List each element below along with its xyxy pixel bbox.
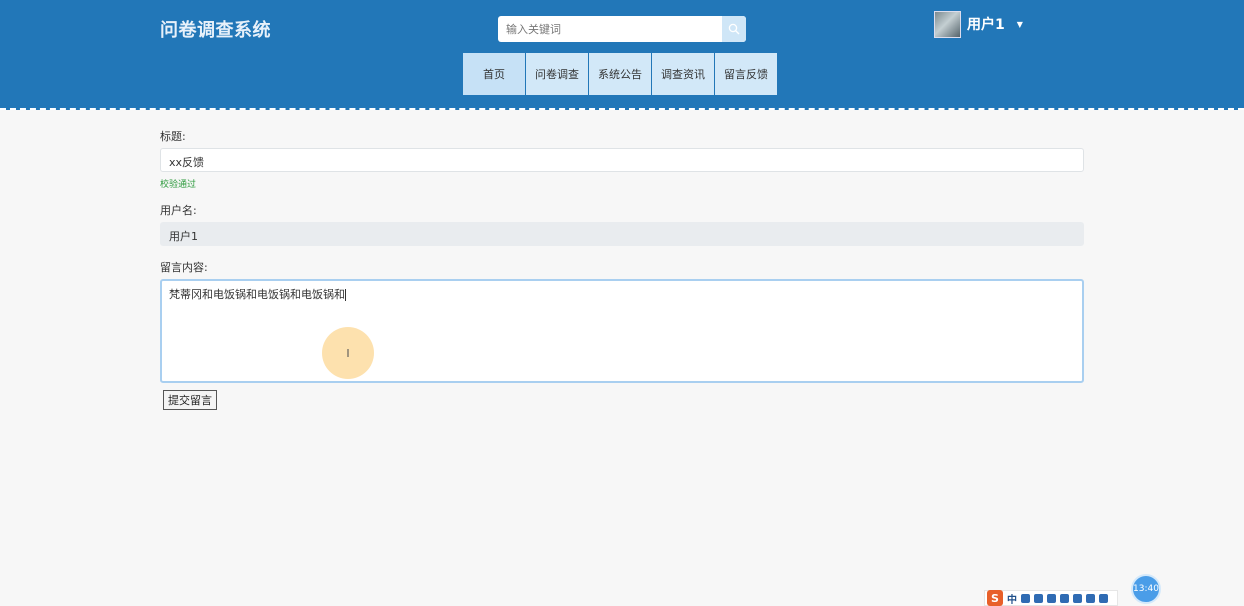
ime-logo-icon: S [987, 590, 1003, 606]
user-icon[interactable] [1073, 593, 1082, 603]
username-label: 用户名: [160, 204, 197, 217]
main-nav: 首页 问卷调查 系统公告 调查资讯 留言反馈 [463, 53, 778, 95]
title-label: 标题: [160, 130, 186, 143]
username-field: 用户1 [160, 222, 1084, 246]
grid-icon[interactable] [1099, 593, 1108, 603]
site-title: 问卷调查系统 [160, 20, 271, 41]
ime-mode-label[interactable]: 中 [1007, 591, 1017, 606]
ime-toolbar[interactable]: S 中 [984, 590, 1118, 606]
search-icon [728, 23, 740, 35]
submit-message-button[interactable]: 提交留言 [163, 390, 217, 410]
feedback-form: 标题: xx反馈 校验通过 用户名: 用户1 留言内容: 梵蒂冈和电饭锅和电饭锅… [160, 128, 1084, 383]
title-input[interactable]: xx反馈 [160, 148, 1084, 172]
clock-badge: 13:40 [1131, 574, 1161, 604]
search-box [498, 16, 746, 42]
skin-icon[interactable] [1086, 593, 1095, 603]
nav-item-feedback[interactable]: 留言反馈 [715, 53, 777, 95]
avatar [934, 10, 961, 38]
nav-item-news[interactable]: 调查资讯 [652, 53, 714, 95]
nav-item-survey[interactable]: 问卷调查 [526, 53, 588, 95]
text-cursor-icon: I [322, 327, 374, 379]
title-validation-message: 校验通过 [160, 180, 197, 190]
punctuation-icon[interactable] [1021, 593, 1030, 603]
keyboard-icon[interactable] [1060, 593, 1069, 603]
message-content-text: 梵蒂冈和电饭锅和电饭锅和电饭锅和 [169, 288, 345, 301]
nav-item-announcement[interactable]: 系统公告 [589, 53, 651, 95]
search-button[interactable] [722, 16, 746, 42]
search-input[interactable] [498, 16, 722, 42]
message-content-textarea[interactable]: 梵蒂冈和电饭锅和电饭锅和电饭锅和 I [160, 279, 1084, 383]
chevron-down-icon: ▼ [1016, 19, 1023, 29]
nav-item-home[interactable]: 首页 [463, 53, 525, 95]
emoji-icon[interactable] [1034, 593, 1043, 603]
content-label: 留言内容: [160, 261, 208, 274]
user-menu[interactable]: 用户1 ▼ [934, 10, 1023, 38]
text-cursor [345, 289, 346, 301]
microphone-icon[interactable] [1047, 593, 1056, 603]
user-name: 用户1 [967, 17, 1005, 33]
top-header: 问卷调查系统 用户1 ▼ 首页 问卷调查 系统公告 调查资讯 留言反馈 [0, 0, 1244, 113]
